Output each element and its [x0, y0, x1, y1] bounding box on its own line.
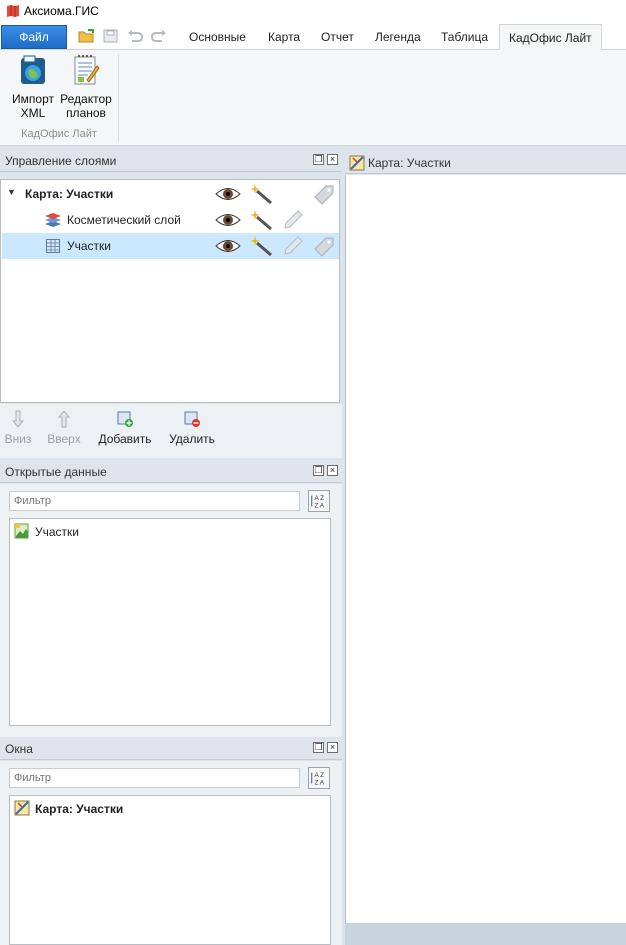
redo-icon[interactable] — [150, 28, 168, 44]
move-up-button[interactable]: Вверх — [46, 410, 82, 446]
table-layer-icon — [46, 239, 60, 253]
import-xml-label-line2: XML — [20, 106, 46, 120]
svg-text:A Z: A Z — [314, 495, 324, 502]
ribbon-group-label: КадОфис Лайт — [21, 128, 97, 140]
plan-editor-icon — [74, 55, 100, 85]
map-node-label: Карта: Участки — [25, 187, 114, 201]
svg-text:A Z: A Z — [314, 772, 324, 779]
float-panel-icon[interactable]: ❐ — [313, 154, 324, 165]
layer-toolbar: Вниз Вверх Добавить Удалить — [0, 404, 342, 458]
ribbon-body: Импорт XML Редактор планов КадОфис Лайт — [0, 50, 626, 146]
remove-layer-icon — [184, 411, 200, 427]
magic-wand-icon[interactable] — [249, 183, 273, 205]
windows-panel-header: Окна ❐ × — [0, 738, 342, 760]
open-data-panel-title: Открытые данные — [5, 465, 107, 479]
title-bar: Аксиома.ГИС — [0, 0, 626, 22]
arrow-up-icon — [57, 410, 71, 428]
list-item[interactable]: Участки — [13, 523, 327, 541]
move-up-label: Вверх — [47, 432, 81, 446]
visibility-eye-icon[interactable] — [215, 185, 241, 203]
visibility-eye-icon[interactable] — [215, 237, 241, 255]
add-layer-button[interactable]: Добавить — [98, 410, 152, 446]
move-down-label: Вниз — [4, 432, 32, 446]
tree-row-cosmetic-layer[interactable]: Косметический слой — [2, 207, 339, 233]
tab-map[interactable]: Карта — [259, 24, 309, 50]
layers-tree: ▼ Карта: Участки Косметический слой Учас… — [0, 179, 340, 403]
list-item[interactable]: Карта: Участки — [13, 800, 327, 818]
map-window-tab[interactable]: Карта: Участки — [345, 152, 626, 174]
close-panel-icon[interactable]: × — [327, 154, 338, 165]
windows-list: Карта: Участки — [9, 795, 331, 945]
expand-arrow-icon[interactable]: ▼ — [7, 187, 16, 197]
float-panel-icon[interactable]: ❐ — [313, 742, 324, 753]
remove-layer-label: Удалить — [169, 432, 215, 446]
app-logo-icon — [7, 5, 19, 17]
remove-layer-button[interactable]: Удалить — [168, 410, 216, 446]
close-panel-icon[interactable]: × — [327, 465, 338, 476]
map-window-icon — [14, 800, 30, 816]
window-title: Аксиома.ГИС — [24, 4, 99, 18]
close-panel-icon[interactable]: × — [327, 742, 338, 753]
label-tag-icon[interactable] — [312, 183, 336, 205]
tab-report[interactable]: Отчет — [312, 24, 363, 50]
file-menu-button[interactable]: Файл — [1, 25, 67, 49]
edit-pencil-icon[interactable] — [282, 236, 304, 256]
import-xml-icon — [21, 55, 45, 84]
save-icon[interactable] — [102, 28, 120, 44]
cosmetic-layer-label: Косметический слой — [67, 213, 181, 227]
import-xml-button[interactable]: Импорт XML — [8, 54, 58, 120]
windows-panel-title: Окна — [5, 742, 33, 756]
sort-az-icon[interactable]: A Z Z A — [308, 767, 330, 789]
open-folder-icon[interactable] — [78, 28, 96, 44]
tab-kadofis-lite[interactable]: КадОфис Лайт — [499, 24, 602, 51]
map-canvas[interactable] — [345, 175, 626, 923]
open-data-filter-input[interactable] — [9, 491, 300, 511]
parcels-layer-label: Участки — [67, 239, 111, 253]
open-data-item-label: Участки — [35, 525, 79, 539]
magic-wand-icon[interactable] — [249, 209, 273, 231]
add-layer-icon — [117, 411, 133, 427]
tab-legend[interactable]: Легенда — [366, 24, 430, 50]
undo-icon[interactable] — [126, 28, 144, 44]
edit-pencil-icon[interactable] — [282, 210, 304, 230]
arrow-down-icon — [11, 410, 25, 428]
windows-item-label: Карта: Участки — [35, 802, 124, 816]
plan-editor-button[interactable]: Редактор планов — [60, 54, 112, 120]
sort-az-icon[interactable]: A Z Z A — [308, 490, 330, 512]
open-data-panel-header: Открытые данные ❐ × — [0, 461, 342, 483]
tab-table[interactable]: Таблица — [432, 24, 497, 50]
map-status-strip — [345, 923, 626, 945]
visibility-eye-icon[interactable] — [215, 211, 241, 229]
windows-filter-input[interactable] — [9, 768, 300, 788]
tree-row-map[interactable]: ▼ Карта: Участки — [2, 181, 339, 207]
ribbon-group-separator — [118, 54, 119, 142]
map-window-icon — [349, 155, 365, 171]
layers-panel-header: Управление слоями ❐ × — [0, 150, 342, 172]
float-panel-icon[interactable]: ❐ — [313, 465, 324, 476]
label-tag-icon[interactable] — [312, 235, 336, 257]
layers-panel-title: Управление слоями — [5, 154, 117, 168]
svg-text:Z A: Z A — [314, 502, 324, 509]
move-down-button[interactable]: Вниз — [4, 410, 32, 446]
map-window-title: Карта: Участки — [368, 156, 451, 170]
plan-editor-label-line1: Редактор — [60, 92, 112, 106]
add-layer-label: Добавить — [98, 432, 152, 446]
plan-editor-label-line2: планов — [66, 106, 106, 120]
svg-text:Z A: Z A — [314, 779, 324, 786]
cosmetic-layer-icon — [45, 213, 61, 227]
tree-row-parcels-layer[interactable]: Участки — [2, 233, 339, 259]
import-xml-label-line1: Импорт — [12, 92, 54, 106]
raster-data-icon — [14, 523, 29, 539]
magic-wand-icon[interactable] — [249, 235, 273, 257]
ribbon-tab-row: Файл Основные Карта Отчет Легенда Таблиц… — [0, 22, 626, 51]
tab-main[interactable]: Основные — [180, 24, 255, 50]
open-data-list: Участки — [9, 518, 331, 726]
